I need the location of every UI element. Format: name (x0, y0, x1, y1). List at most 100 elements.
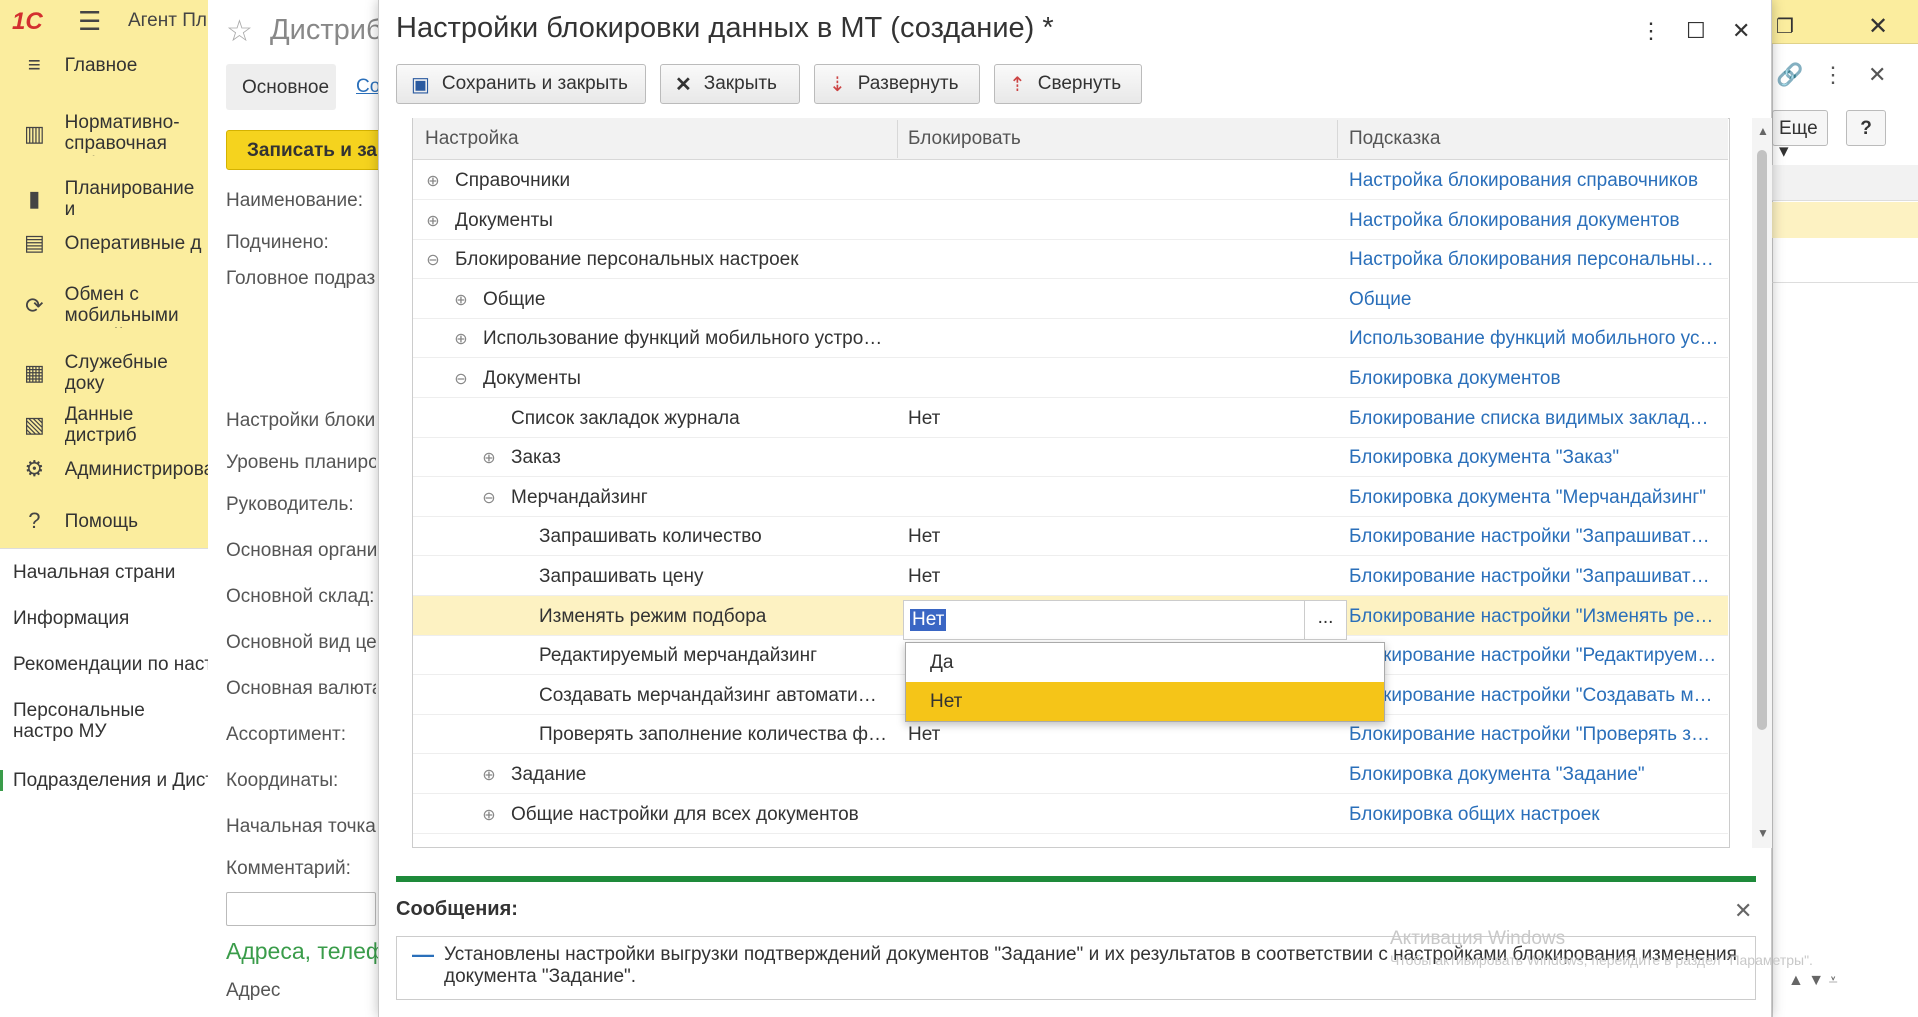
more-icon[interactable]: ⋮ (1822, 62, 1844, 88)
tree-toggle-icon[interactable]: ⊕ (453, 290, 469, 310)
menu-icon[interactable]: ☰ (78, 6, 101, 37)
nav-item[interactable]: ⚙ Администрирова (0, 456, 208, 482)
close-button[interactable]: ✕ Закрыть (660, 64, 800, 104)
open-window-item[interactable]: Рекомендации по наст (0, 654, 208, 675)
close-app-icon[interactable]: ✕ (1868, 12, 1888, 41)
block-value-editor[interactable] (903, 600, 1347, 640)
tree-toggle-icon[interactable]: ⊖ (425, 250, 441, 270)
open-window-item[interactable]: Информация (0, 608, 208, 629)
open-window-item[interactable]: Подразделения и Дист (0, 770, 208, 791)
hint-link[interactable]: Блокирование настройки "Проверять з… (1349, 724, 1719, 746)
close-form-icon[interactable]: ✕ (1868, 62, 1886, 88)
tab-main[interactable]: Основное (226, 64, 336, 110)
table-row[interactable]: ⊖ Мерчандайзинг Блокировка документа "Мерч… (413, 477, 1728, 517)
dropdown-option-yes[interactable]: Да (906, 643, 1384, 682)
help-button[interactable]: ? (1846, 110, 1886, 146)
hint-link[interactable]: Настройка блокирования справочников (1349, 170, 1719, 192)
tree-toggle-icon[interactable]: ⊖ (481, 488, 497, 508)
hint-link[interactable]: Блокировка общих настроек (1349, 804, 1719, 826)
write-and-close-button[interactable]: Записать и зак (226, 130, 386, 170)
tree-toggle-icon[interactable]: ⊕ (425, 171, 441, 191)
table-row[interactable]: ⊕ Документы Настройка блокирования докумен… (413, 200, 1728, 240)
table-row[interactable]: Список закладок журнала Нет Блокирование с… (413, 398, 1728, 438)
restore-window-icon[interactable]: ❐ (1776, 14, 1794, 39)
nav-item[interactable]: ▮ Планирование и (0, 178, 208, 220)
dropdown-option-no[interactable]: Нет (906, 682, 1384, 721)
table-row[interactable]: ⊕ Использование функций мобильного устро…… (413, 318, 1728, 359)
close-label: Закрыть (703, 73, 777, 94)
hint-link[interactable]: Блокирование настройки "Запрашивать… (1349, 566, 1719, 588)
block-value[interactable]: Нет (908, 724, 1308, 746)
hint-link[interactable]: Блокировка документов (1349, 368, 1719, 390)
select-button[interactable]: ... (1304, 601, 1346, 639)
open-window-item[interactable]: Начальная страни (0, 562, 208, 583)
table-row[interactable]: ⊕ Общие Общие (413, 279, 1728, 319)
hint-link[interactable]: Блокирование списка видимых закладо… (1349, 408, 1719, 430)
modal-close-icon[interactable]: ✕ (1732, 18, 1750, 44)
table-row[interactable]: ⊕ Общие настройки для всех документов Блок… (413, 794, 1728, 834)
scroll-arrows-icon[interactable]: ▲ ▼ ⩡ (1788, 972, 1908, 1002)
hint-link[interactable]: Общие (1349, 289, 1719, 311)
more-button[interactable]: Еще ▾ (1772, 110, 1828, 162)
field-label: Руководитель: (226, 494, 354, 515)
hint-link[interactable]: Использование функций мобильного ус… (1349, 328, 1719, 350)
tree-toggle-icon[interactable]: ⊕ (453, 329, 469, 349)
setting-label: Мерчандайзинг (511, 486, 648, 508)
expand-button[interactable]: ⇣ Развернуть (814, 64, 980, 104)
block-value[interactable]: Нет (908, 526, 1308, 548)
hint-link[interactable]: Блокировка документа "Задание" (1349, 764, 1719, 786)
collapse-button[interactable]: ⇡ Свернуть (994, 64, 1142, 104)
link-icon[interactable]: 🔗 (1776, 62, 1803, 88)
comment-field[interactable] (226, 892, 376, 926)
hint-link[interactable]: Блокирование настройки "Запрашивать… (1349, 526, 1719, 548)
nav-item[interactable]: ▥ Нормативно-справочная информация (0, 112, 208, 156)
nav-item[interactable]: ▧ Данные дистриб (0, 404, 208, 446)
messages-close-icon[interactable]: ✕ (1734, 898, 1752, 924)
favorite-star-icon[interactable]: ☆ (226, 14, 253, 49)
block-value[interactable]: Нет (908, 566, 1308, 588)
hint-link[interactable]: Блокировка документа "Мерчандайзинг" (1349, 487, 1719, 509)
list-row-selected[interactable] (1772, 202, 1918, 238)
table-row[interactable]: Запрашивать цену Нет Блокирование настройк… (413, 556, 1728, 596)
setting-label: Редактируемый мерчандайзинг (539, 645, 818, 667)
tree-toggle-icon[interactable]: ⊕ (481, 765, 497, 785)
tree-toggle-icon[interactable]: ⊕ (481, 448, 497, 468)
tree-toggle-icon[interactable]: ⊖ (453, 369, 469, 389)
scroll-down-icon[interactable]: ▼ (1757, 826, 1769, 840)
column-block[interactable]: Блокировать (908, 128, 1021, 150)
open-window-item[interactable]: Персональные настро МУ (0, 700, 200, 742)
hint-link[interactable]: Блокирование настройки "Изменять ре… (1349, 606, 1719, 628)
column-hint[interactable]: Подсказка (1349, 128, 1440, 150)
modal-more-icon[interactable]: ⋮ (1640, 18, 1662, 44)
hint-link[interactable]: Блокирование настройки "Создавать м… (1349, 685, 1719, 707)
field-label: Комментарий: (226, 858, 351, 879)
tab-other[interactable]: Со (356, 76, 380, 98)
scrollbar-thumb[interactable] (1757, 150, 1767, 730)
block-value-input[interactable]: Нет (910, 609, 947, 631)
nav-item[interactable]: ▦ Служебные доку (0, 352, 208, 394)
message-bullet-icon: — (412, 942, 434, 967)
tree-toggle-icon[interactable]: ⊕ (425, 211, 441, 231)
table-row[interactable]: ⊖ Документы Блокировка документов (413, 358, 1728, 398)
table-row[interactable]: ⊕ Справочники Настройка блокирования справ… (413, 160, 1728, 200)
hint-link[interactable]: Блокировка документа "Заказ" (1349, 447, 1719, 469)
tree-toggle-icon[interactable]: ⊕ (481, 805, 497, 825)
save-and-close-button[interactable]: ▣ Сохранить и закрыть (396, 64, 646, 104)
table-row[interactable]: ⊕ Задание Блокировка документа "Задание" (413, 754, 1728, 794)
nav-item[interactable]: ≡ Главное (0, 52, 208, 78)
expand-label: Развернуть (857, 73, 959, 94)
scroll-up-icon[interactable]: ▲ (1757, 124, 1769, 138)
nav-item[interactable]: ▤ Оперативные д (0, 230, 208, 256)
nav-item[interactable]: ? Помощь (0, 508, 208, 534)
table-row[interactable]: ⊕ Заказ Блокировка документа "Заказ" (413, 437, 1728, 478)
hint-link[interactable]: Настройка блокирования документов (1349, 210, 1719, 232)
column-setting[interactable]: Настройка (425, 128, 519, 150)
nav-item[interactable]: ⟳ Обмен с мобильными устройствами (0, 284, 208, 328)
nav-item-icon: ? (28, 508, 41, 533)
maximize-icon[interactable]: ☐ (1686, 18, 1706, 44)
table-row[interactable]: ⊖ Блокирование персональных настроек Настр… (413, 239, 1728, 280)
hint-link[interactable]: Настройка блокирования персональных… (1349, 249, 1719, 271)
hint-link[interactable]: Блокирование настройки "Редактируем… (1349, 645, 1719, 667)
table-row[interactable]: Запрашивать количество Нет Блокирование на… (413, 516, 1728, 557)
block-value[interactable]: Нет (908, 408, 1308, 430)
